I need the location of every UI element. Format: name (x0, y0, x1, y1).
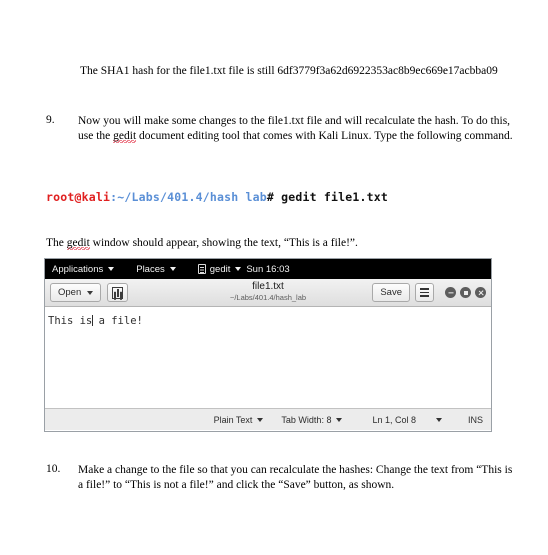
gedit-screenshot: Applications Places gedit Sun 16:03 Open… (44, 258, 492, 432)
window-controls (445, 287, 486, 298)
list-item-9: 9. Now you will make some changes to the… (46, 114, 516, 143)
list-item-10-body: Make a change to the file so that you ca… (78, 464, 513, 491)
list-item-10: 10. Make a change to the file so that yo… (46, 463, 516, 492)
gedit-app-label: gedit (209, 263, 231, 275)
gedit-status-bar: Plain Text Tab Width: 8 Ln 1, Col 8 INS (45, 408, 491, 430)
save-button-label: Save (380, 287, 402, 298)
save-button[interactable]: Save (372, 283, 410, 302)
list-item-9-number: 9. (46, 114, 55, 126)
language-selector[interactable]: Plain Text (214, 415, 264, 425)
header-bar-right-group: Save (372, 283, 486, 302)
chevron-down-icon (257, 417, 264, 422)
hamburger-menu-icon (420, 291, 429, 294)
open-button-label: Open (58, 287, 82, 298)
cursor-position-selector[interactable]: Ln 1, Col 8 (372, 415, 442, 425)
panel-menu-applications[interactable]: Applications (52, 263, 115, 275)
gedit-text-area[interactable]: This is a file! (45, 307, 491, 408)
new-document-icon (112, 286, 124, 299)
editor-text-before-cursor: This is (48, 315, 93, 327)
chevron-down-icon (108, 267, 115, 271)
list-item-9-text-after: document editing tool that comes with Ka… (136, 129, 513, 142)
minimize-icon[interactable] (445, 287, 456, 298)
chevron-down-icon (169, 267, 176, 271)
chevron-down-icon (435, 417, 442, 422)
editor-line-1: This is a file! (48, 315, 143, 328)
caption-text-after: window should appear, showing the text, … (89, 237, 358, 249)
insert-mode-indicator[interactable]: INS (468, 415, 483, 425)
caption-text-before: The (46, 237, 67, 249)
panel-menu-places[interactable]: Places (136, 264, 176, 275)
list-item-9-body: Now you will make some changes to the fi… (78, 114, 516, 143)
tab-width-label: Tab Width: 8 (281, 414, 332, 425)
clock-label: Sun 16:03 (246, 263, 290, 275)
places-label: Places (136, 263, 165, 275)
chevron-down-icon (336, 417, 343, 422)
applications-label: Applications (52, 263, 104, 275)
close-icon[interactable] (475, 287, 486, 298)
hamburger-menu-icon (420, 288, 429, 290)
gedit-window-caption: The gedit window should appear, showing … (46, 236, 516, 251)
open-button[interactable]: Open (50, 283, 102, 302)
gedit-header-bar: Open file1.txt ~/Labs/401.4/hash_lab Sav… (45, 279, 491, 307)
chevron-down-icon (235, 267, 242, 271)
language-label: Plain Text (213, 414, 253, 425)
list-item-9-gedit-word: gedit (113, 129, 137, 143)
chevron-down-icon (87, 290, 94, 295)
terminal-user-host: root@kali (46, 190, 111, 204)
cursor-position-label: Ln 1, Col 8 (372, 414, 416, 425)
insert-mode-label: INS (467, 414, 483, 425)
caption-gedit-word: gedit (66, 237, 90, 250)
terminal-command-text: # gedit file1.txt (266, 190, 388, 204)
editor-text-after-cursor: a file! (92, 315, 143, 327)
gnome-top-panel: Applications Places gedit Sun 16:03 (45, 259, 491, 279)
document-icon (197, 264, 206, 274)
hamburger-menu-button[interactable] (415, 283, 434, 302)
maximize-icon[interactable] (460, 287, 471, 298)
hamburger-menu-icon (420, 295, 429, 297)
new-document-button[interactable] (107, 283, 129, 302)
tab-width-selector[interactable]: Tab Width: 8 (281, 414, 343, 425)
panel-menu-gedit[interactable]: gedit (197, 263, 242, 275)
list-item-10-number: 10. (46, 463, 61, 475)
terminal-command-line: root@kali:~/Labs/401.4/hash lab# gedit f… (46, 190, 388, 204)
sha1-hash-statement: The SHA1 hash for the file1.txt file is … (80, 65, 498, 77)
terminal-path: :~/Labs/401.4/hash lab (110, 190, 267, 204)
